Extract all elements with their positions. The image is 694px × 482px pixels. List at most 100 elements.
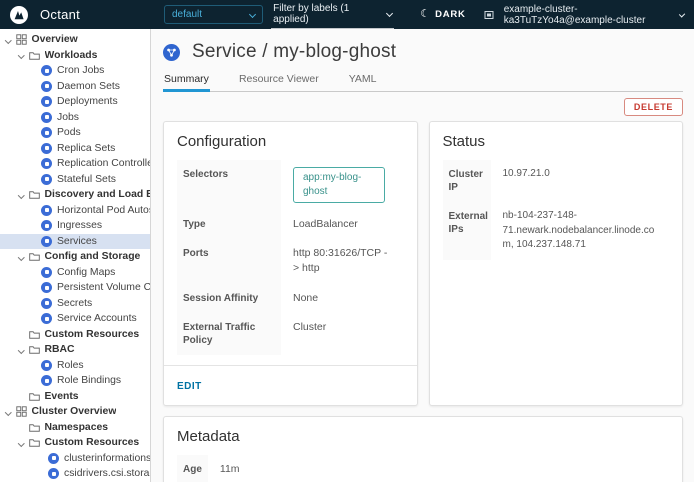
sidebar-item-label: Pods <box>57 127 81 138</box>
sidebar-item-label: Deployments <box>57 96 118 107</box>
theme-toggle-button[interactable]: ☾ DARK <box>420 9 466 20</box>
sidebar-item-daemon-sets[interactable]: Daemon Sets <box>0 79 150 95</box>
sidebar-item-role-bindings[interactable]: Role Bindings <box>0 373 150 389</box>
status-rows: Cluster IP10.97.21.0External IPsnb-104-2… <box>430 160 683 260</box>
sidebar-item-label: Roles <box>57 360 84 371</box>
sidebar-item-stateful-sets[interactable]: Stateful Sets <box>0 172 150 188</box>
navigation-sidebar: Overview Workloads Cron Jobs Daemon Sets Dep… <box>0 29 151 482</box>
status-card: Status Cluster IP10.97.21.0External IPsn… <box>429 121 684 406</box>
metadata-rows: Age11mLabelsapp:my-blog-ghostchart:ghost… <box>164 455 682 482</box>
summary-row-value: nb-104-237-148-71.newark.nodebalancer.li… <box>491 202 670 260</box>
sidebar-item-label: Horizontal Pod Autoscalers <box>57 205 150 216</box>
sidebar-item-label: Stateful Sets <box>57 174 116 185</box>
sidebar-item-discovery-and-load-balancing[interactable]: Discovery and Load Balancing <box>0 187 150 203</box>
sidebar-item-label: Replica Sets <box>57 143 115 154</box>
sidebar-item-custom-resources[interactable]: Custom Resources <box>0 435 150 451</box>
summary-row-value: http 80:31626/TCP -> http <box>281 239 404 283</box>
summary-row-label: External Traffic Policy <box>177 313 281 355</box>
page-title: Service / my-blog-ghost <box>192 41 396 63</box>
folder-icon <box>29 330 40 339</box>
summary-row-label: Cluster IP <box>443 160 491 202</box>
sidebar-item-roles[interactable]: Roles <box>0 358 150 374</box>
k8s-resource-icon <box>48 453 59 464</box>
sidebar-item-pods[interactable]: Pods <box>0 125 150 141</box>
sidebar-item-label: Daemon Sets <box>57 81 120 92</box>
sidebar-item-label: Custom Resources <box>45 437 140 448</box>
sidebar-item-horizontal-pod-autoscalers[interactable]: Horizontal Pod Autoscalers <box>0 203 150 219</box>
sidebar-item-label: Persistent Volume Claims <box>57 282 150 293</box>
summary-row-value: 10.97.21.0 <box>491 160 562 202</box>
summary-row-value: app:my-blog-ghost <box>281 160 404 210</box>
summary-row-label: Ports <box>177 239 281 283</box>
chevron-down-icon <box>386 10 393 17</box>
chevron-down-icon <box>18 347 24 353</box>
sidebar-item-csidrivers-csi-storage-k8s-io[interactable]: csidrivers.csi.storage.k8s.io <box>0 466 150 482</box>
folder-icon <box>29 51 40 60</box>
sidebar-item-cluster-overview[interactable]: Cluster Overview <box>0 404 150 420</box>
k8s-resource-icon <box>41 360 52 371</box>
selector-chip[interactable]: app:my-blog-ghost <box>293 167 385 203</box>
namespace-select[interactable]: default <box>164 5 263 24</box>
sidebar-item-cron-jobs[interactable]: Cron Jobs <box>0 63 150 79</box>
k8s-resource-icon <box>41 143 52 154</box>
moon-icon: ☾ <box>420 9 430 20</box>
sidebar-item-services[interactable]: Services <box>0 234 150 250</box>
sidebar-item-label: Services <box>57 236 97 247</box>
k8s-resource-icon <box>41 220 52 231</box>
folder-icon <box>29 438 40 447</box>
sidebar-item-custom-resources[interactable]: Custom Resources <box>0 327 150 343</box>
summary-row-external-ips: External IPsnb-104-237-148-71.newark.nod… <box>443 202 670 260</box>
k8s-resource-icon <box>41 112 52 123</box>
sidebar-item-service-accounts[interactable]: Service Accounts <box>0 311 150 327</box>
summary-row-value: 11m <box>208 455 252 482</box>
tab-yaml[interactable]: YAML <box>348 73 378 91</box>
sidebar-item-label: Workloads <box>45 50 98 61</box>
cluster-context-selector[interactable]: example-cluster-ka3TuTzYo4a@example-clus… <box>484 4 684 26</box>
summary-top-row: Configuration Selectorsapp:my-blog-ghost… <box>163 121 683 406</box>
k8s-resource-icon <box>41 236 52 247</box>
summary-row-age: Age11m <box>177 455 669 482</box>
summary-row-external-traffic-policy: External Traffic PolicyCluster <box>177 313 404 355</box>
sidebar-item-workloads[interactable]: Workloads <box>0 48 150 64</box>
chevron-down-icon <box>5 37 11 43</box>
sidebar-item-overview[interactable]: Overview <box>0 32 150 48</box>
k8s-resource-icon <box>41 205 52 216</box>
k8s-resource-icon <box>41 267 52 278</box>
chevron-down-icon <box>18 440 24 446</box>
octant-logo-icon <box>10 6 28 24</box>
folder-icon <box>29 252 40 261</box>
delete-button[interactable]: DELETE <box>624 98 683 116</box>
sidebar-item-persistent-volume-claims[interactable]: Persistent Volume Claims <box>0 280 150 296</box>
configuration-card-title: Configuration <box>164 122 417 160</box>
sidebar-item-jobs[interactable]: Jobs <box>0 110 150 126</box>
sidebar-item-rbac[interactable]: RBAC <box>0 342 150 358</box>
sidebar-item-deployments[interactable]: Deployments <box>0 94 150 110</box>
sidebar-item-label: Service Accounts <box>57 313 137 324</box>
cards-column: Configuration Selectorsapp:my-blog-ghost… <box>163 121 683 482</box>
metadata-card: Metadata Age11mLabelsapp:my-blog-ghostch… <box>163 416 683 482</box>
label-filter-input[interactable]: Filter by labels (1 applied) <box>271 1 394 29</box>
edit-link[interactable]: EDIT <box>177 381 202 392</box>
chevron-down-icon <box>249 11 256 18</box>
sidebar-item-ingresses[interactable]: Ingresses <box>0 218 150 234</box>
k8s-resource-icon <box>41 375 52 386</box>
sidebar-item-namespaces[interactable]: Namespaces <box>0 420 150 436</box>
tab-summary[interactable]: Summary <box>163 73 210 91</box>
sidebar-item-replication-controllers[interactable]: Replication Controllers <box>0 156 150 172</box>
applications-icon <box>16 34 27 45</box>
metadata-card-title: Metadata <box>164 417 682 455</box>
summary-row-label: Age <box>177 455 208 482</box>
sidebar-item-replica-sets[interactable]: Replica Sets <box>0 141 150 157</box>
sidebar-item-events[interactable]: Events <box>0 389 150 405</box>
chevron-down-icon <box>18 52 24 58</box>
sidebar-item-config-maps[interactable]: Config Maps <box>0 265 150 281</box>
sidebar-item-secrets[interactable]: Secrets <box>0 296 150 312</box>
summary-row-value: None <box>281 284 330 313</box>
sidebar-item-label: Jobs <box>57 112 79 123</box>
sidebar-item-clusterinformations-crd-projec[interactable]: clusterinformations.crd.projec <box>0 451 150 467</box>
tab-resource-viewer[interactable]: Resource Viewer <box>238 73 320 91</box>
applications-icon <box>16 406 27 417</box>
sidebar-item-label: Overview <box>32 34 78 45</box>
sidebar-item-config-and-storage[interactable]: Config and Storage <box>0 249 150 265</box>
sidebar-item-label: Events <box>45 391 79 402</box>
